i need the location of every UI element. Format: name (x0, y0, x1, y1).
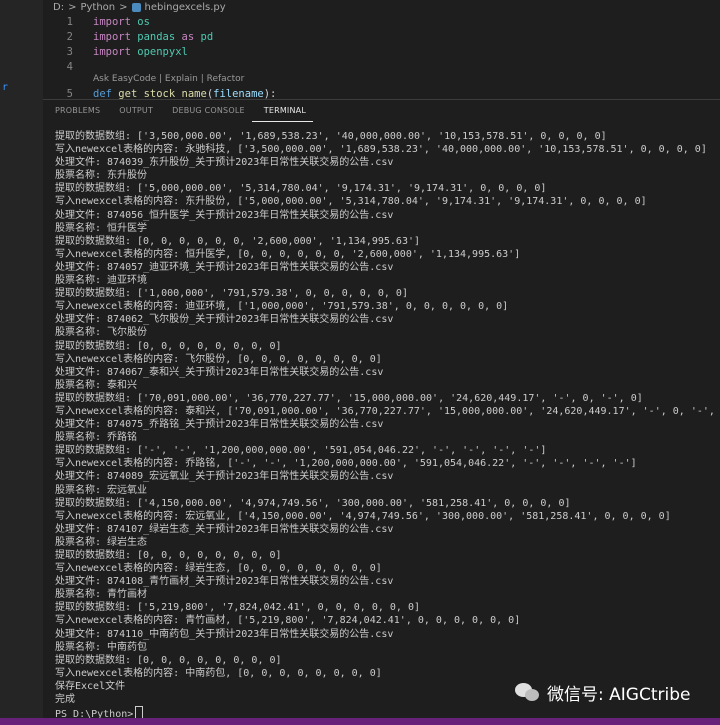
terminal-line: 提取的数据数组: [0, 0, 0, 0, 0, 0, '2,600,000',… (55, 235, 421, 247)
terminal-line: 股票名称: 青竹画材 (55, 589, 148, 601)
terminal-line: 股票名称: 乔路铭 (55, 432, 138, 444)
wechat-icon (515, 682, 541, 704)
panel-tabs: PROBLEMS OUTPUT DEBUG CONSOLE TERMINAL (43, 100, 720, 122)
breadcrumb-file[interactable]: hebingexcels.py (145, 2, 226, 13)
terminal-line: 写入newexcel表格的内容: 永驰科技, ['3,500,000.00', … (55, 144, 707, 156)
terminal-output[interactable]: 提取的数据数组: ['3,500,000.00', '1,689,538.23'… (55, 130, 720, 719)
terminal-line: 提取的数据数组: ['70,091,000.00', '36,770,227.7… (55, 392, 643, 404)
terminal-line: 写入newexcel表格的内容: 泰和兴, ['70,091,000.00', … (55, 405, 720, 417)
terminal-line: 股票名称: 中南药包 (55, 641, 148, 653)
module-alias: pd (200, 30, 214, 43)
tab-problems[interactable]: PROBLEMS (43, 100, 107, 121)
tab-debug-console[interactable]: DEBUG CONSOLE (160, 100, 252, 121)
terminal-line: 提取的数据数组: ['5,219,800', '7,824,042.41', 0… (55, 602, 421, 614)
terminal-line: 写入newexcel表格的内容: 东升股份, ['5,000,000.00', … (55, 196, 647, 208)
terminal-line: 提取的数据数组: [0, 0, 0, 0, 0, 0, 0, 0] (55, 550, 282, 561)
breadcrumb-folder[interactable]: Python (80, 2, 115, 13)
status-bar (0, 718, 720, 725)
terminal-line: 写入newexcel表格的内容: 宏远氧业, ['4,150,000.00', … (55, 510, 671, 522)
breadcrumb-separator: > (68, 1, 77, 13)
terminal-line: 写入newexcel表格的内容: 乔路铭, ['-', '-', '1,200,… (55, 458, 637, 470)
bottom-panel: PROBLEMS OUTPUT DEBUG CONSOLE TERMINAL 提… (43, 99, 720, 725)
line-number: 1 (66, 15, 73, 28)
code-line[interactable]: 4 (43, 59, 73, 74)
terminal-line: 写入newexcel表格的内容: 恒升医学, [0, 0, 0, 0, 0, 0… (55, 248, 521, 260)
keyword-as: as (181, 30, 195, 43)
tab-terminal[interactable]: TERMINAL (251, 100, 314, 122)
editor-pane: D: > Python > hebingexcels.py 1 import o… (43, 0, 720, 100)
terminal-line: 处理文件: 874107_绿岩生态_关于预计2023年日常性关联交易的公告.cs… (55, 523, 394, 535)
terminal-line: 股票名称: 宏远氧业 (55, 484, 148, 496)
breadcrumb-separator: > (119, 1, 128, 13)
line-number: 5 (66, 87, 73, 100)
terminal-line: 提取的数据数组: ['-', '-', '1,200,000,000.00', … (55, 445, 547, 457)
line-number: 4 (66, 60, 73, 73)
keyword-import: import (93, 45, 131, 58)
terminal-line: 处理文件: 874089_宏远氧业_关于预计2023年日常性关联交易的公告.cs… (55, 471, 394, 483)
module-name: openpyxl (137, 45, 188, 58)
terminal-line: 处理文件: 874067_泰和兴_关于预计2023年日常性关联交易的公告.csv (55, 366, 384, 378)
code-line[interactable]: 3 import openpyxl (43, 44, 188, 59)
terminal-line: 处理文件: 874057_迪亚环境_关于预计2023年日常性关联交易的公告.cs… (55, 261, 394, 273)
terminal-line: 写入newexcel表格的内容: 中南药包, [0, 0, 0, 0, 0, 0… (55, 667, 382, 679)
terminal-line: 提取的数据数组: [0, 0, 0, 0, 0, 0, 0, 0] (55, 340, 282, 352)
keyword-def: def (93, 87, 112, 100)
keyword-import: import (93, 15, 131, 28)
terminal-line: 处理文件: 874062_飞尔股份_关于预计2023年日常性关联交易的公告.cs… (55, 314, 394, 326)
sidebar: r (0, 0, 44, 725)
python-file-icon (131, 2, 141, 12)
function-name: get_stock_name (118, 87, 207, 100)
watermark: 微信号: AIGCtribe (515, 680, 690, 705)
module-name: pandas (137, 30, 176, 43)
terminal-line: 处理文件: 874056_恒升医学_关于预计2023年日常性关联交易的公告.cs… (55, 209, 394, 221)
terminal-line: 股票名称: 泰和兴 (55, 379, 138, 391)
close-paren: ): (263, 87, 277, 100)
terminal-line: 提取的数据数组: [0, 0, 0, 0, 0, 0, 0, 0] (55, 654, 282, 666)
terminal-line: 写入newexcel表格的内容: 绿岩生态, [0, 0, 0, 0, 0, 0… (55, 563, 382, 575)
terminal-line: 写入newexcel表格的内容: 青竹画材, ['5,219,800', '7,… (55, 615, 521, 627)
line-number: 2 (66, 30, 73, 43)
terminal-line: 提取的数据数组: ['4,150,000.00', '4,974,749.56'… (55, 497, 571, 509)
line-number: 3 (66, 45, 73, 58)
terminal-line: 写入newexcel表格的内容: 飞尔股份, [0, 0, 0, 0, 0, 0… (55, 353, 382, 365)
code-line[interactable]: 2 import pandas as pd (43, 29, 214, 44)
terminal-line: 处理文件: 874075_乔路铭_关于预计2023年日常性关联交易的公告.csv (55, 419, 384, 431)
terminal-line: 提取的数据数组: ['1,000,000', '791,579.38', 0, … (55, 288, 408, 300)
watermark-text: 微信号: AIGCtribe (547, 685, 691, 705)
breadcrumb-drive[interactable]: D: (53, 2, 64, 13)
terminal-line: 处理文件: 874110_中南药包_关于预计2023年日常性关联交易的公告.cs… (55, 628, 394, 640)
terminal-line: 股票名称: 东升股份 (55, 170, 148, 182)
keyword-import: import (93, 30, 131, 43)
tab-output[interactable]: OUTPUT (107, 100, 160, 121)
terminal-line: 写入newexcel表格的内容: 迪亚环境, ['1,000,000', '79… (55, 301, 509, 313)
terminal-line: 提取的数据数组: ['5,000,000.00', '5,314,780.04'… (55, 183, 547, 195)
codelens[interactable]: Ask EasyCode | Explain | Refactor (93, 74, 244, 84)
code-line[interactable]: 1 import os (43, 14, 150, 29)
terminal-line: 处理文件: 874039_东升股份_关于预计2023年日常性关联交易的公告.cs… (55, 157, 394, 169)
sidebar-fragment[interactable]: r (2, 82, 8, 93)
terminal-line: 股票名称: 飞尔股份 (55, 327, 148, 339)
terminal-line: 提取的数据数组: ['3,500,000.00', '1,689,538.23'… (55, 131, 607, 142)
breadcrumb: D: > Python > hebingexcels.py (53, 0, 226, 14)
param-name: filename (213, 87, 264, 100)
terminal-line: 股票名称: 绿岩生态 (55, 536, 148, 548)
terminal-line: 处理文件: 874108_青竹画材_关于预计2023年日常性关联交易的公告.cs… (55, 576, 394, 588)
module-name: os (137, 15, 150, 28)
terminal-line: 股票名称: 迪亚环境 (55, 275, 148, 287)
terminal-line: 股票名称: 恒升医学 (55, 222, 148, 234)
